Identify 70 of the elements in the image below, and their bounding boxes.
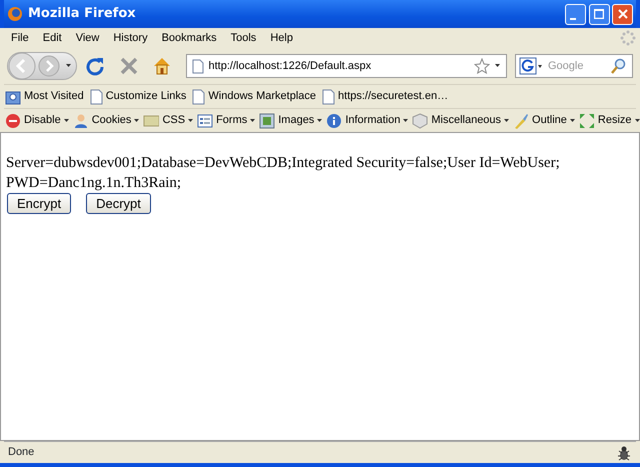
caret-icon: [634, 119, 640, 122]
caret-icon: [188, 119, 194, 122]
toolbar-item[interactable]: Disable: [4, 112, 70, 129]
stop-icon: [118, 56, 138, 76]
decrypt-button[interactable]: Decrypt: [86, 193, 151, 214]
search-icon[interactable]: [611, 58, 627, 74]
disable-icon: [5, 112, 21, 128]
throbber-icon: [620, 30, 636, 46]
css-icon: [143, 112, 160, 128]
person-icon: [72, 112, 89, 128]
minimize-icon: [570, 18, 576, 20]
address-text: http://localhost:1226/Default.aspx: [208, 58, 372, 74]
toolbar-item[interactable]: Forms: [196, 112, 256, 129]
caret-icon: [570, 119, 575, 122]
maximize-icon: [594, 9, 604, 19]
menu-item[interactable]: Tools: [224, 30, 264, 46]
menu-item[interactable]: Bookmarks: [154, 30, 224, 46]
toolbar-item[interactable]: Images: [258, 112, 324, 129]
page-icon: [192, 88, 206, 104]
reload-icon: [85, 56, 105, 76]
page-icon: [90, 88, 103, 104]
cube-icon: [412, 112, 428, 128]
encrypt-button[interactable]: Encrypt: [7, 193, 72, 214]
menu-item[interactable]: File: [4, 30, 36, 46]
caret-icon: [504, 119, 510, 122]
image-icon: [259, 112, 276, 128]
history-dropdown-icon[interactable]: [66, 64, 74, 68]
caret-icon: [403, 119, 408, 122]
url-dropdown-icon[interactable]: [495, 64, 501, 68]
caret-icon: [250, 119, 256, 122]
minimize-button[interactable]: [564, 4, 586, 24]
toolbar-item[interactable]: Resize: [578, 112, 640, 129]
toolbar-item[interactable]: Miscellaneous: [411, 112, 510, 129]
close-icon: [618, 9, 628, 19]
toolbar-item[interactable]: Information: [325, 112, 410, 129]
menu-item[interactable]: Edit: [36, 30, 69, 46]
connection-string-text: Server=dubwsdev001;Database=DevWebCDB;Integrated Security=false;User Id=WebUser; PWD=Danc1ng.1n.Th3Rain;: [6, 154, 561, 193]
firefox-logo-icon: [7, 6, 23, 22]
caret-icon: [317, 119, 322, 122]
close-button[interactable]: [612, 4, 634, 24]
address-field[interactable]: http://localhost:1226/Default.aspx: [186, 54, 507, 78]
bookmark-folder-icon: [5, 88, 21, 104]
toolbar-item[interactable]: CSS: [142, 112, 194, 129]
status-text: Done: [8, 445, 34, 460]
caret-icon: [64, 119, 69, 122]
bookmark-item[interactable]: https://securetest.en…: [321, 88, 450, 105]
brush-icon: [513, 112, 530, 128]
page-icon: [322, 88, 336, 104]
reload-button[interactable]: [85, 56, 105, 76]
search-field[interactable]: Google: [515, 54, 633, 78]
home-button[interactable]: [152, 56, 172, 76]
bookmark-item[interactable]: Customize Links: [88, 88, 188, 105]
bookmark-item[interactable]: Windows Marketplace: [191, 88, 318, 105]
arrows-icon: [578, 112, 595, 128]
home-icon: [152, 56, 172, 76]
form-icon: [197, 112, 214, 128]
toolbar-item[interactable]: Outline: [512, 112, 576, 129]
toolbar-item[interactable]: Cookies: [72, 112, 140, 129]
star-icon[interactable]: [474, 58, 490, 74]
page-icon: [192, 58, 204, 74]
bug-icon: [616, 444, 632, 460]
bookmark-item[interactable]: Most Visited: [4, 88, 85, 105]
menu-item[interactable]: History: [106, 30, 155, 46]
maximize-button[interactable]: [588, 4, 610, 24]
search-engine-button[interactable]: [519, 57, 543, 75]
info-icon: [326, 112, 342, 128]
caret-icon: [134, 119, 140, 122]
menu-item[interactable]: View: [68, 30, 106, 46]
window-title: Mozilla Firefox: [28, 5, 136, 24]
menu-item[interactable]: Help: [263, 30, 300, 46]
